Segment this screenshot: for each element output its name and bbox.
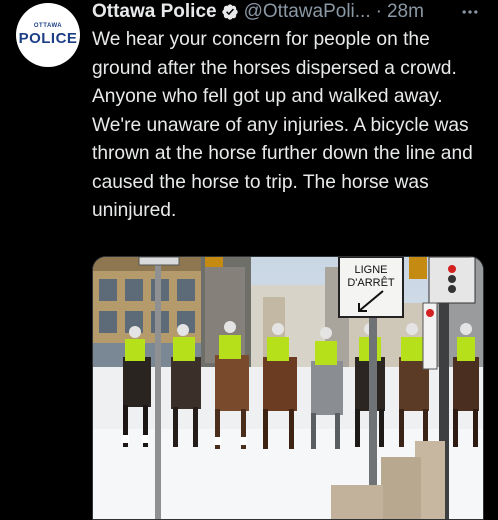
tweet-photo[interactable]: LIGNE D'ARRÊT xyxy=(92,256,484,520)
sign-line2: D'ARRÊT xyxy=(347,276,395,289)
author-avatar[interactable]: OTTAWA POLICE xyxy=(16,3,80,67)
avatar-text-small: OTTAWA xyxy=(33,23,63,29)
tweet-text: We hear your concern for people on the g… xyxy=(92,29,473,221)
sign-line1: LIGNE xyxy=(354,264,387,276)
author-name[interactable]: Ottawa Police xyxy=(92,1,217,23)
separator-dot: · xyxy=(375,1,382,22)
mounted-police-photo: LIGNE D'ARRÊT xyxy=(93,257,483,519)
more-dots-icon xyxy=(462,10,478,14)
more-icon[interactable] xyxy=(456,0,484,24)
avatar-text-big: POLICE xyxy=(18,30,78,47)
tweet-timestamp[interactable]: 28m xyxy=(387,1,424,23)
verified-badge-icon xyxy=(221,4,238,20)
tweet-header: Ottawa Police @OttawaPoli... · 28m xyxy=(92,0,492,24)
author-handle[interactable]: @OttawaPoli... xyxy=(244,1,371,23)
